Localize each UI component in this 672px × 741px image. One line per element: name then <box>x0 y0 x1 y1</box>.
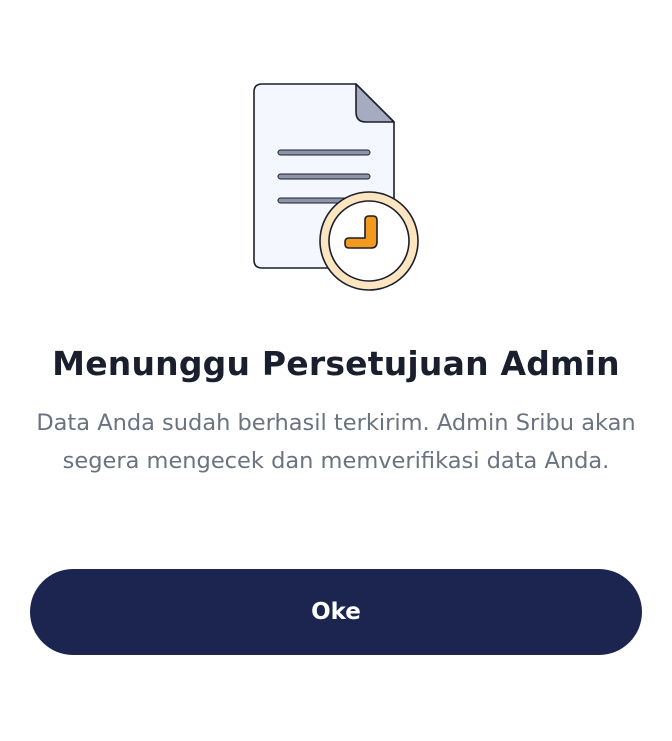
dialog-message: Data Anda sudah berhasil terkirim. Admin… <box>36 410 636 474</box>
clock-icon <box>319 191 419 291</box>
dialog-title: Menunggu Persetujuan Admin <box>52 344 620 383</box>
document-corner-fold <box>355 83 395 123</box>
ok-button[interactable]: Oke <box>30 569 642 655</box>
pending-document-clock-icon <box>253 83 419 291</box>
